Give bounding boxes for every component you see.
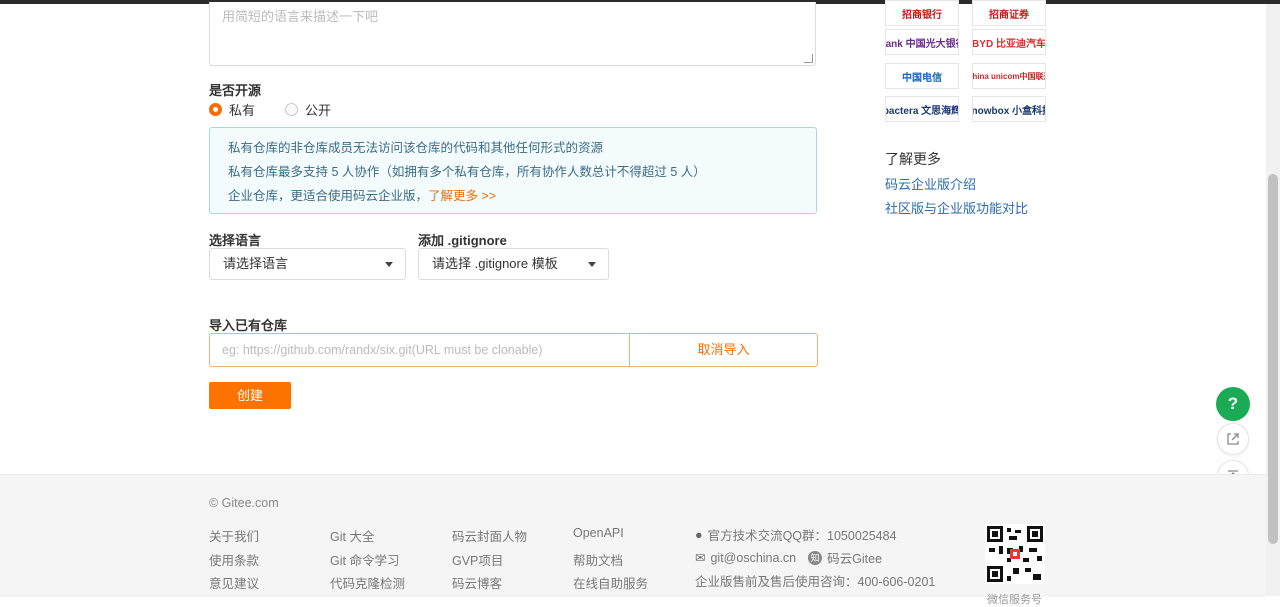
- external-link-icon: [1227, 433, 1239, 445]
- description-textarea[interactable]: 用简短的语言来描述一下吧: [209, 2, 816, 66]
- logo-byd: BYD 比亚迪汽车: [972, 29, 1046, 55]
- info-line-2: 私有仓库最多支持 5 人协作（如拥有多个私有仓库，所有协作人数总计不得超过 5 …: [228, 165, 706, 179]
- import-url-placeholder: eg: https://github.com/randx/six.git(URL…: [222, 343, 543, 357]
- resize-handle[interactable]: [804, 54, 813, 63]
- radio-public[interactable]: 公开: [285, 100, 331, 119]
- info-line-1: 私有仓库的非仓库成员无法访问该仓库的代码和其他任何形式的资源: [228, 141, 604, 155]
- scrollbar-thumb[interactable]: [1268, 174, 1278, 544]
- radio-unchecked-icon: [285, 103, 299, 116]
- footer-link-gvp[interactable]: GVP项目: [452, 550, 527, 574]
- logo-cmb: 招商银行: [885, 0, 959, 26]
- sales-contact-text: 企业版售前及售后使用咨询：400-606-0201: [695, 575, 936, 589]
- learn-more-link[interactable]: 了解更多 >>: [428, 189, 496, 203]
- radio-private[interactable]: 私有: [209, 100, 255, 119]
- footer-link-blog[interactable]: 码云博客: [452, 573, 527, 597]
- caret-down-icon: [588, 262, 596, 267]
- qr-caption: 微信服务号: [987, 594, 1042, 606]
- logo-pactera: pactera 文思海辉: [885, 96, 959, 122]
- copyright: © Gitee.com: [209, 496, 279, 510]
- caret-down-icon: [385, 262, 393, 267]
- footer-link-clone-detect[interactable]: 代码克隆检测: [330, 573, 405, 597]
- footer-link-about[interactable]: 关于我们: [209, 526, 259, 550]
- logo-china-unicom: China unicom中国联通: [972, 63, 1046, 89]
- contact-row: ✉ git@oschina.cn 知 码云Gitee: [695, 548, 882, 567]
- zhihu-link[interactable]: 码云Gitee: [827, 548, 882, 567]
- qq-icon: ●: [695, 527, 703, 542]
- gitignore-select[interactable]: 请选择 .gitignore 模板: [418, 248, 609, 280]
- language-select-value: 请选择语言: [223, 256, 289, 271]
- email-link[interactable]: git@oschina.cn: [710, 551, 796, 565]
- question-icon: ?: [1227, 394, 1239, 413]
- footer: © Gitee.com 关于我们 使用条款 意见建议 Git 大全 Git 命令…: [0, 474, 1266, 606]
- help-button[interactable]: ?: [1216, 387, 1250, 421]
- share-button[interactable]: [1217, 423, 1249, 455]
- footer-link-feedback[interactable]: 意见建议: [209, 573, 259, 597]
- wechat-qr-code: [985, 524, 1045, 584]
- enterprise-intro-link[interactable]: 码云企业版介绍: [885, 174, 976, 193]
- import-url-input[interactable]: eg: https://github.com/randx/six.git(URL…: [209, 333, 630, 367]
- visibility-radio-group: 私有 公开: [209, 100, 349, 119]
- footer-col-1: 关于我们 使用条款 意见建议: [209, 526, 259, 597]
- create-button[interactable]: 创建: [209, 382, 291, 409]
- radio-checked-icon: [209, 103, 222, 116]
- qq-group-text: 官方技术交流QQ群：1050025484: [707, 529, 897, 543]
- language-label: 选择语言: [209, 233, 262, 248]
- cancel-import-button[interactable]: 取消导入: [629, 333, 818, 367]
- learn-more-title: 了解更多: [885, 151, 941, 167]
- logo-china-telecom: 中国电信: [885, 63, 959, 89]
- logo-knowbox: knowbox 小盒科技: [972, 96, 1046, 122]
- logo-cebbank: Bank 中国光大银行: [885, 29, 959, 55]
- footer-link-git-guide[interactable]: Git 大全: [330, 526, 405, 550]
- footer-col-4: OpenAPI 帮助文档 在线自助服务: [573, 526, 648, 597]
- zhihu-icon: 知: [808, 550, 823, 565]
- logo-cmschina: 招商证券: [972, 0, 1046, 26]
- qq-group: ● 官方技术交流QQ群：1050025484: [695, 525, 897, 544]
- edition-compare-link[interactable]: 社区版与企业版功能对比: [885, 198, 1028, 217]
- main-content: 用简短的语言来描述一下吧 是否开源 私有 公开 私有仓库的非仓库成员无法访问该仓…: [0, 0, 1266, 492]
- footer-col-3: 码云封面人物 GVP项目 码云博客: [452, 526, 527, 597]
- footer-link-help-docs[interactable]: 帮助文档: [573, 550, 648, 574]
- gitignore-label: 添加 .gitignore: [418, 233, 507, 248]
- mail-icon: ✉: [695, 551, 706, 565]
- import-label: 导入已有仓库: [209, 318, 288, 333]
- footer-link-self-service[interactable]: 在线自助服务: [573, 573, 648, 597]
- gitignore-select-value: 请选择 .gitignore 模板: [432, 256, 558, 271]
- footer-link-cover-people[interactable]: 码云封面人物: [452, 526, 527, 550]
- description-placeholder: 用简短的语言来描述一下吧: [222, 9, 379, 24]
- radio-private-label: 私有: [229, 103, 256, 118]
- info-line-3: 企业仓库，更适合使用码云企业版，了解更多 >>: [228, 189, 497, 203]
- open-source-label: 是否开源: [209, 83, 262, 98]
- radio-public-label: 公开: [305, 103, 332, 118]
- private-info-box: 私有仓库的非仓库成员无法访问该仓库的代码和其他任何形式的资源 私有仓库最多支持 …: [209, 127, 817, 214]
- sales-contact: 企业版售前及售后使用咨询：400-606-0201: [695, 571, 935, 590]
- language-select[interactable]: 请选择语言: [209, 248, 406, 280]
- footer-link-openapi[interactable]: OpenAPI: [573, 526, 648, 550]
- footer-col-2: Git 大全 Git 命令学习 代码克隆检测: [330, 526, 405, 597]
- footer-link-git-learn[interactable]: Git 命令学习: [330, 550, 405, 574]
- footer-link-terms[interactable]: 使用条款: [209, 550, 259, 574]
